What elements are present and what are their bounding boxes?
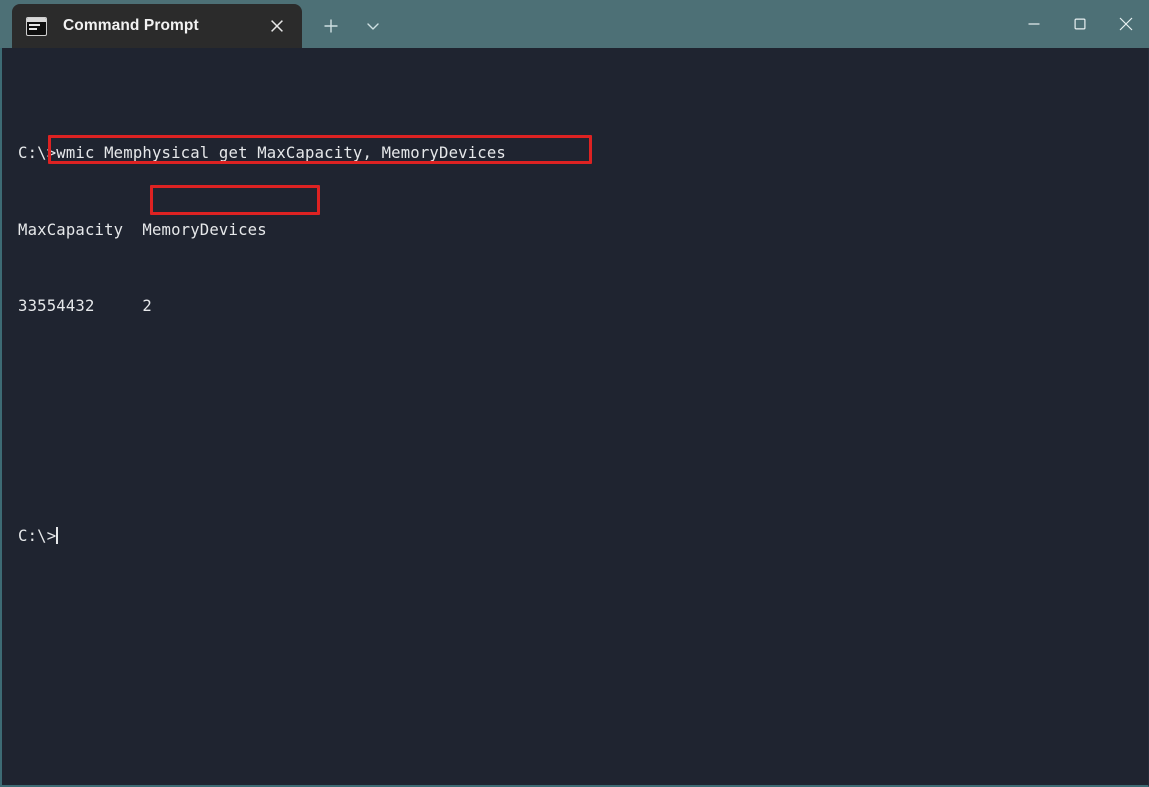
- terminal-line-blank-2: [18, 447, 1148, 473]
- tab-close-button[interactable]: [262, 11, 292, 41]
- tab-strip: Command Prompt: [0, 0, 392, 48]
- maximize-button[interactable]: [1057, 0, 1103, 48]
- new-tab-button[interactable]: [312, 4, 350, 48]
- text-cursor: [56, 526, 59, 544]
- prompt-text: C:\>: [18, 526, 57, 545]
- tab-command-prompt[interactable]: Command Prompt: [12, 4, 302, 48]
- terminal-screen[interactable]: C:\>wmic Memphysical get MaxCapacity, Me…: [18, 90, 1148, 785]
- tab-title-label: Command Prompt: [63, 17, 199, 34]
- terminal-body[interactable]: C:\>wmic Memphysical get MaxCapacity, Me…: [0, 48, 1149, 787]
- titlebar-drag-area[interactable]: [392, 0, 1011, 48]
- minimize-button[interactable]: [1011, 0, 1057, 48]
- terminal-line-output-header: MaxCapacity MemoryDevices: [18, 220, 267, 239]
- title-bar[interactable]: Command Prompt: [0, 0, 1149, 48]
- window-caption-buttons: [1011, 0, 1149, 48]
- terminal-line-prompt: C:\>: [18, 524, 1148, 550]
- command-prompt-window: Command Prompt C:\>wmic Memphysical get …: [0, 0, 1149, 787]
- close-button[interactable]: [1103, 0, 1149, 48]
- terminal-line-output-values: 33554432 2: [18, 297, 152, 315]
- terminal-line-blank-1: [18, 371, 1148, 397]
- console-icon: [26, 16, 47, 36]
- terminal-line-command: C:\>wmic Memphysical get MaxCapacity, Me…: [18, 144, 506, 162]
- tab-dropdown-button[interactable]: [354, 4, 392, 48]
